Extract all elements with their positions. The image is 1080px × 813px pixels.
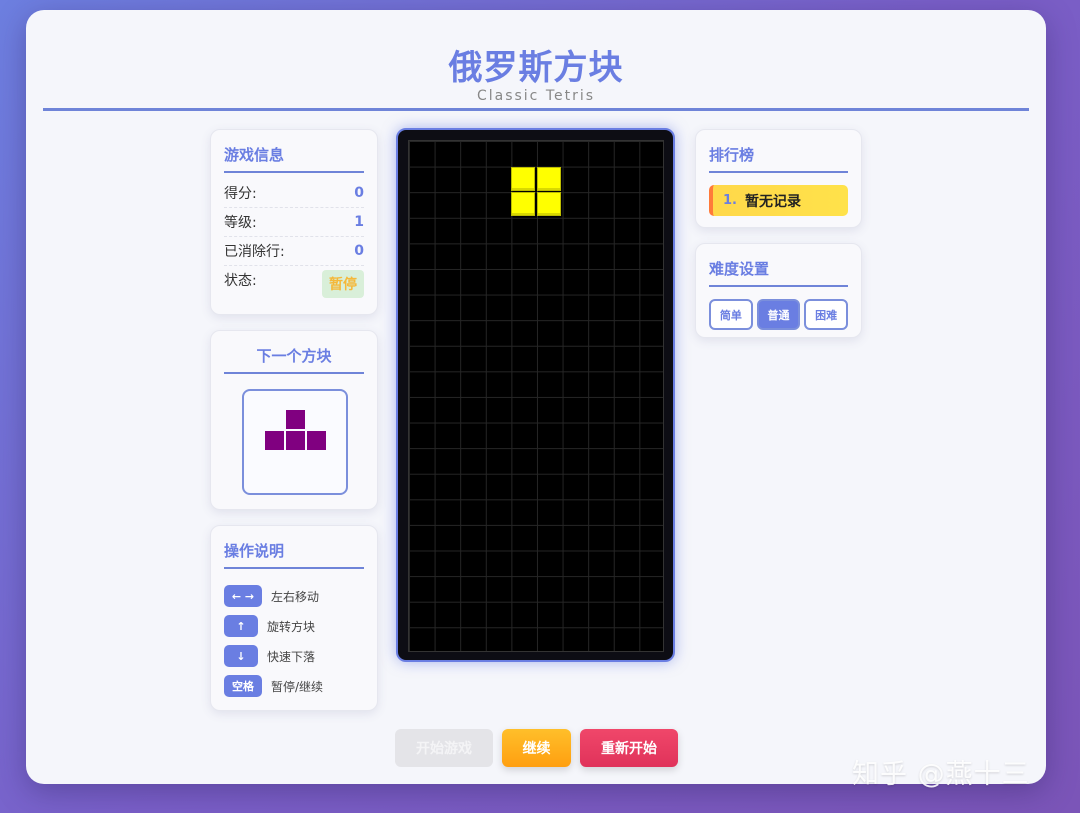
score-label: 得分: [224,186,257,202]
lines-label: 已消除行: [224,244,285,260]
level-label: 等级: [224,215,257,231]
difficulty-title: 难度设置 [709,258,848,287]
next-piece-cell [265,431,284,450]
control-row-rotate: ↑ 旋转方块 [224,611,364,641]
page-subtitle: Classic Tetris [476,88,596,104]
watermark-text: 知乎 @燕十三 [852,759,1030,790]
rank-number: 1. [723,193,737,208]
control-row-drop: ↓ 快速下落 [224,641,364,671]
next-piece-cell [286,431,305,450]
score-row: 得分: 0 [224,179,364,208]
active-piece-block [511,192,536,217]
leaderboard-title: 排行榜 [709,144,848,173]
rank-text: 暂无记录 [744,193,801,210]
key-down: ↓ [224,645,258,667]
active-piece-block [511,166,536,191]
key-up: ↑ [224,615,258,637]
game-board[interactable] [408,140,664,652]
next-piece-cell [286,410,305,429]
next-piece-preview [242,389,348,495]
lines-value: 0 [354,243,364,259]
control-desc-pause: 暂停/继续 [271,679,324,694]
header-divider [43,108,1029,111]
difficulty-hard-button[interactable]: 困难 [804,299,849,330]
next-piece-title: 下一个方块 [224,345,364,374]
restart-button[interactable]: 重新开始 [580,729,678,767]
control-desc-move: 左右移动 [271,589,320,604]
control-desc-rotate: 旋转方块 [267,619,316,634]
game-info-panel: 游戏信息 得分: 0 等级: 1 已消除行: 0 状态: 暂停 [210,129,378,315]
active-piece-block [537,192,561,217]
control-row-pause: 空格 暂停/继续 [224,671,364,701]
leaderboard-panel: 排行榜 1. 暂无记录 [695,129,862,228]
leaderboard-entry: 1. 暂无记录 [709,185,848,216]
page-title: 俄罗斯方块 [448,48,624,88]
controls-panel: 操作说明 ← → 左右移动 ↑ 旋转方块 ↓ 快速下落 空格 暂停/继续 [210,525,378,711]
score-value: 0 [354,185,364,201]
lines-row: 已消除行: 0 [224,237,364,266]
start-game-button[interactable]: 开始游戏 [395,729,493,767]
status-label: 状态: [224,273,257,289]
level-value: 1 [354,214,364,230]
difficulty-easy-button[interactable]: 简单 [709,299,753,330]
controls-title: 操作说明 [224,540,364,569]
difficulty-normal-button[interactable]: 普通 [756,299,801,330]
game-info-title: 游戏信息 [224,144,364,173]
next-piece-cell [307,431,326,450]
resume-button[interactable]: 继续 [502,729,571,767]
next-piece-panel: 下一个方块 [210,330,378,510]
key-left-right: ← → [224,585,262,607]
difficulty-options: 简单 普通 困难 [709,299,849,330]
active-piece-block [537,166,561,191]
status-row: 状态: 暂停 [224,266,364,300]
difficulty-panel: 难度设置 简单 普通 困难 [695,243,862,338]
status-badge: 暂停 [322,270,364,298]
level-row: 等级: 1 [224,208,364,237]
control-desc-drop: 快速下落 [267,649,316,664]
control-row-move: ← → 左右移动 [224,581,364,611]
key-space: 空格 [224,675,262,697]
